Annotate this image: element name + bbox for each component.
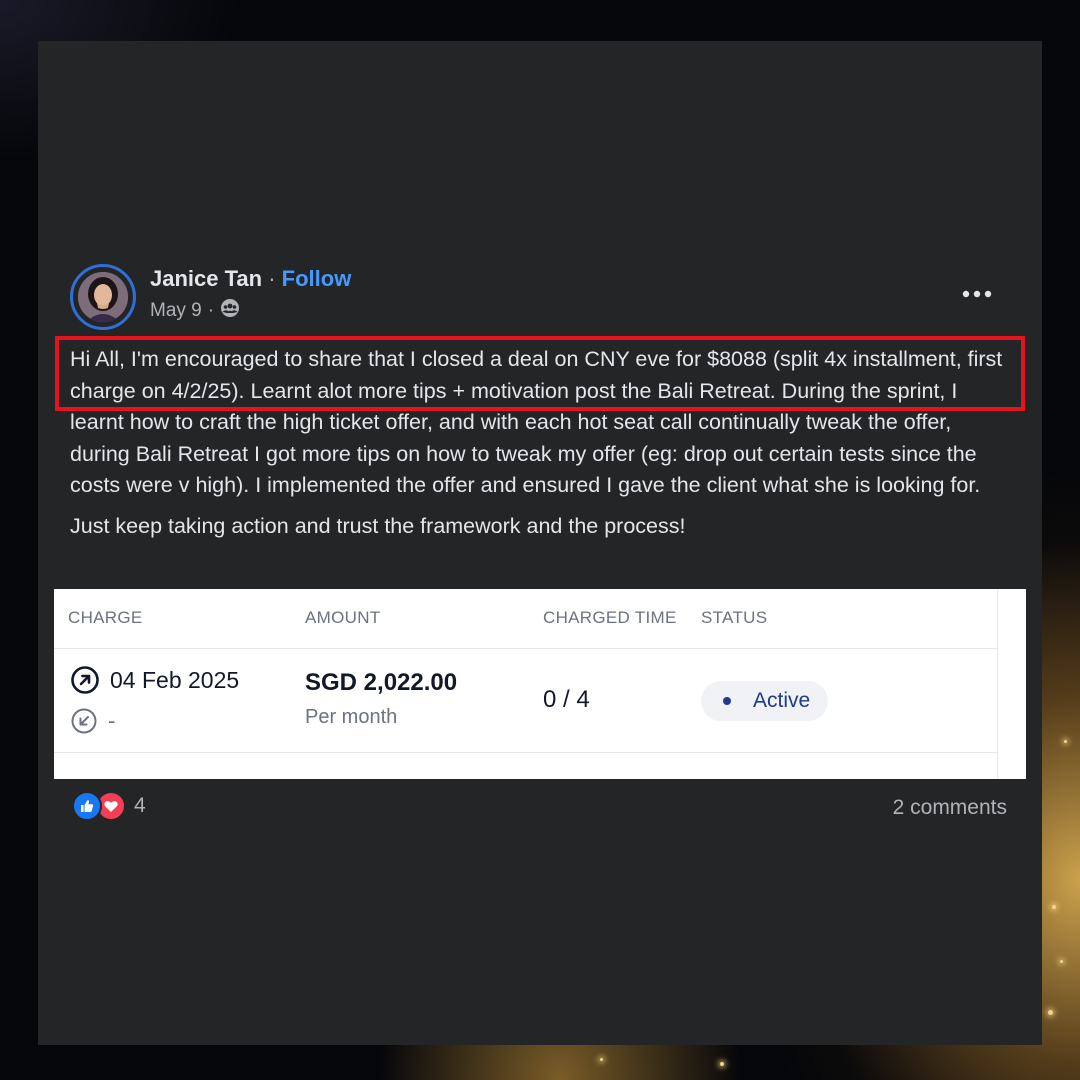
post-paragraph: Hi All, I'm encouraged to share that I c… xyxy=(70,347,1003,497)
background-sparkle xyxy=(720,1062,724,1066)
like-icon xyxy=(72,791,102,821)
charge-amount: SGD 2,022.00 xyxy=(305,669,458,696)
header-status: STATUS xyxy=(701,608,768,627)
post-header: Janice Tan · Follow xyxy=(150,266,351,292)
table-divider xyxy=(54,648,997,649)
arrow-up-right-circle-icon xyxy=(71,666,99,694)
refund-value: - xyxy=(108,708,116,733)
charge-date: 04 Feb 2025 xyxy=(110,666,240,693)
charge-table-image[interactable]: CHARGE AMOUNT CHARGED TIME STATUS 04 Feb… xyxy=(54,589,1026,779)
reaction-count: 4 xyxy=(134,794,146,817)
status-badge: Active xyxy=(701,681,829,721)
post-meta: May 9 · xyxy=(150,298,240,324)
charged-time-count: 0 / 4 xyxy=(543,686,590,713)
author-avatar[interactable] xyxy=(70,264,136,330)
post-paragraph: Just keep taking action and trust the fr… xyxy=(70,513,686,538)
background-sparkle xyxy=(1060,960,1063,963)
avatar-photo xyxy=(78,272,128,322)
charge-frequency: Per month xyxy=(305,706,398,728)
reactions-summary[interactable]: 4 xyxy=(72,791,146,821)
group-icon xyxy=(220,298,240,324)
more-options-button[interactable] xyxy=(958,280,996,308)
name-separator: · xyxy=(268,266,276,291)
more-horizontal-icon xyxy=(962,290,992,298)
follow-button[interactable]: Follow xyxy=(282,266,352,291)
status-dot-icon xyxy=(723,697,731,705)
charge-date-cell: 04 Feb 2025 xyxy=(70,665,239,695)
header-amount: AMOUNT xyxy=(305,608,381,627)
post-body: Hi All, I'm encouraged to share that I c… xyxy=(70,344,1010,542)
background-sparkle xyxy=(600,1058,603,1061)
author-name[interactable]: Janice Tan xyxy=(150,266,262,291)
status-label: Active xyxy=(753,689,811,712)
refund-cell: - xyxy=(70,707,115,735)
date-separator: · xyxy=(207,300,215,321)
background-sparkle xyxy=(1048,1010,1053,1015)
background-sparkle xyxy=(1052,905,1056,909)
comments-count-link[interactable]: 2 comments xyxy=(893,796,1007,820)
table-divider xyxy=(54,752,997,753)
post-card xyxy=(38,41,1042,1045)
background-sparkle xyxy=(1064,740,1067,743)
table-edge xyxy=(997,589,998,779)
header-charge: CHARGE xyxy=(68,608,143,627)
arrow-down-left-circle-icon xyxy=(71,708,97,734)
avatar-portrait-icon xyxy=(78,272,128,322)
post-date[interactable]: May 9 xyxy=(150,300,202,322)
header-charged-time: CHARGED TIME xyxy=(543,608,677,627)
